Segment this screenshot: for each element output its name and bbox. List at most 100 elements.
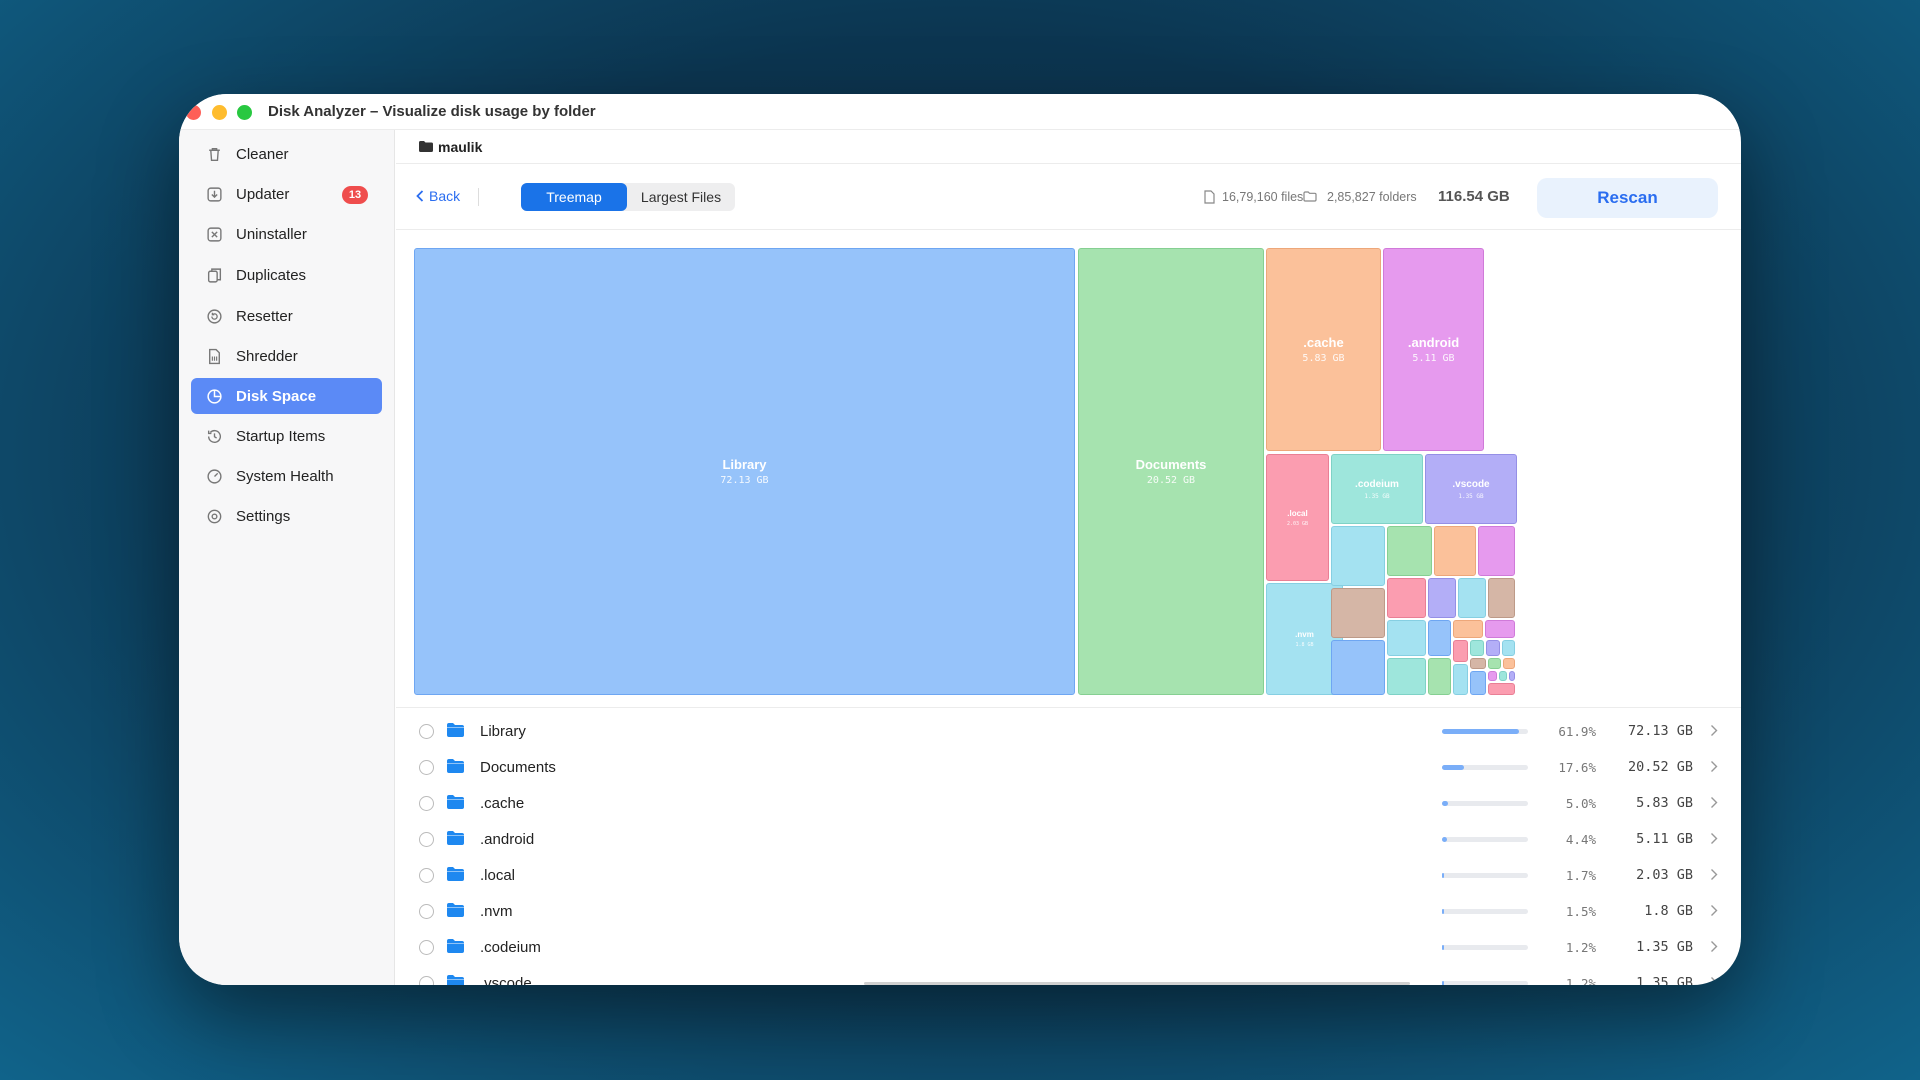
treemap-tile[interactable] — [1470, 658, 1486, 669]
chevron-right-icon[interactable] — [1710, 976, 1718, 985]
rescan-button[interactable]: Rescan — [1537, 178, 1718, 218]
sidebar-item-disk-space[interactable]: Disk Space — [191, 378, 382, 414]
treemap-tile[interactable] — [1453, 640, 1468, 662]
treemap-tile-local[interactable]: .local 2.03 GB — [1266, 454, 1329, 581]
folder-name: .nvm — [480, 903, 513, 920]
usage-bar — [1442, 765, 1528, 770]
list-item[interactable]: .android 4.4% 5.11 GB — [396, 821, 1741, 857]
breadcrumb-current-folder[interactable]: maulik — [438, 139, 482, 155]
close-window-button[interactable] — [186, 105, 201, 120]
sidebar-item-label: System Health — [236, 467, 334, 485]
sidebar-item-duplicates[interactable]: Duplicates — [191, 257, 382, 293]
chevron-right-icon[interactable] — [1710, 796, 1718, 809]
treemap-tile[interactable] — [1485, 620, 1515, 638]
select-radio[interactable] — [419, 868, 434, 883]
treemap-tile[interactable] — [1428, 658, 1451, 695]
treemap-tile[interactable] — [1428, 578, 1456, 618]
treemap-tile[interactable] — [1331, 640, 1385, 695]
trash-icon — [209, 147, 220, 162]
treemap-tile[interactable] — [1387, 620, 1426, 656]
select-radio[interactable] — [419, 904, 434, 919]
treemap-tile[interactable] — [1458, 578, 1486, 618]
sidebar-item-cleaner[interactable]: Cleaner — [191, 136, 382, 172]
chevron-right-icon[interactable] — [1710, 724, 1718, 737]
chevron-right-icon[interactable] — [1710, 904, 1718, 917]
sidebar-item-updater[interactable]: Updater 13 — [191, 176, 382, 212]
breadcrumb: maulik — [396, 130, 1741, 164]
list-item[interactable]: .codeium 1.2% 1.35 GB — [396, 929, 1741, 965]
treemap-tile[interactable] — [1387, 578, 1426, 618]
treemap-tile-vscode[interactable]: .vscode 1.35 GB — [1425, 454, 1517, 524]
treemap-tile[interactable] — [1486, 640, 1500, 656]
treemap-tile-library[interactable]: Library 72.13 GB — [414, 248, 1075, 695]
treemap-tile[interactable] — [1331, 526, 1385, 586]
sidebar-item-label: Settings — [236, 507, 291, 525]
treemap-tile[interactable] — [1428, 620, 1451, 656]
folder-name: .vscode — [480, 975, 532, 985]
sidebar-item-uninstaller[interactable]: Uninstaller — [191, 216, 382, 252]
treemap-tile[interactable] — [1509, 671, 1515, 681]
select-radio[interactable] — [419, 796, 434, 811]
treemap-tile-cache[interactable]: .cache 5.83 GB — [1266, 248, 1381, 451]
treemap-tile[interactable] — [1387, 526, 1432, 576]
list-item[interactable]: .nvm 1.5% 1.8 GB — [396, 893, 1741, 929]
sidebar-item-shredder[interactable]: Shredder — [191, 338, 382, 374]
download-icon — [207, 187, 222, 202]
treemap-tile[interactable] — [1488, 683, 1515, 695]
usage-percent: 61.9% — [1558, 724, 1596, 739]
treemap-tile[interactable] — [1387, 658, 1426, 695]
select-radio[interactable] — [419, 940, 434, 955]
treemap-tile[interactable] — [1502, 640, 1515, 656]
sidebar-item-system-health[interactable]: System Health — [191, 458, 382, 494]
minimize-window-button[interactable] — [212, 105, 227, 120]
treemap-tile-codeium[interactable]: .codeium 1.35 GB — [1331, 454, 1423, 524]
treemap-tile[interactable] — [1470, 671, 1486, 695]
treemap-tile[interactable] — [1488, 671, 1497, 681]
scrollbar[interactable] — [864, 982, 1410, 985]
tile-name: .android — [1407, 335, 1460, 350]
tab-largest-files[interactable]: Largest Files — [627, 183, 735, 211]
list-item[interactable]: Documents 17.6% 20.52 GB — [396, 749, 1741, 785]
treemap-tile[interactable] — [1488, 658, 1501, 669]
app-window: Disk Analyzer – Visualize disk usage by … — [179, 94, 1741, 985]
back-button[interactable]: Back — [416, 188, 460, 204]
treemap-tile[interactable] — [1478, 526, 1515, 576]
treemap-tile[interactable] — [1503, 658, 1515, 669]
zoom-window-button[interactable] — [237, 105, 252, 120]
treemap-tile[interactable] — [1488, 578, 1515, 618]
chevron-right-icon[interactable] — [1710, 832, 1718, 845]
select-radio[interactable] — [419, 832, 434, 847]
treemap-tile[interactable] — [1453, 664, 1468, 695]
select-radio[interactable] — [419, 760, 434, 775]
tile-size: 1.35 GB — [1458, 492, 1484, 500]
select-radio[interactable] — [419, 724, 434, 739]
view-mode-segmented-control: Treemap Largest Files — [521, 183, 735, 211]
treemap-tile[interactable] — [1331, 588, 1385, 638]
treemap-tile-documents[interactable]: Documents 20.52 GB — [1078, 248, 1264, 695]
file-icon — [1204, 190, 1215, 204]
usage-percent: 1.7% — [1565, 868, 1596, 883]
sidebar-item-resetter[interactable]: Resetter — [191, 298, 382, 334]
select-radio[interactable] — [419, 976, 434, 985]
treemap-tile[interactable] — [1499, 671, 1507, 681]
list-item[interactable]: .cache 5.0% 5.83 GB — [396, 785, 1741, 821]
treemap-tile[interactable] — [1470, 640, 1484, 656]
list-item[interactable]: .local 1.7% 2.03 GB — [396, 857, 1741, 893]
tile-size: 72.13 GB — [720, 475, 769, 486]
treemap-tile[interactable] — [1434, 526, 1476, 576]
chevron-right-icon[interactable] — [1710, 940, 1718, 953]
sidebar-item-settings[interactable]: Settings — [191, 498, 382, 534]
tab-treemap[interactable]: Treemap — [521, 183, 627, 211]
copy-icon — [207, 268, 222, 283]
tile-size: 2.03 GB — [1286, 520, 1309, 527]
usage-bar — [1442, 873, 1528, 878]
list-item[interactable]: Library 61.9% 72.13 GB — [396, 713, 1741, 749]
chevron-right-icon[interactable] — [1710, 760, 1718, 773]
treemap-tile[interactable] — [1453, 620, 1483, 638]
folder-size: 72.13 GB — [1627, 723, 1693, 739]
sidebar-item-startup-items[interactable]: Startup Items — [191, 418, 382, 454]
usage-bar — [1442, 837, 1528, 842]
treemap-tile-android[interactable]: .android 5.11 GB — [1383, 248, 1484, 451]
chevron-right-icon[interactable] — [1710, 868, 1718, 881]
update-count-badge: 13 — [342, 186, 368, 204]
